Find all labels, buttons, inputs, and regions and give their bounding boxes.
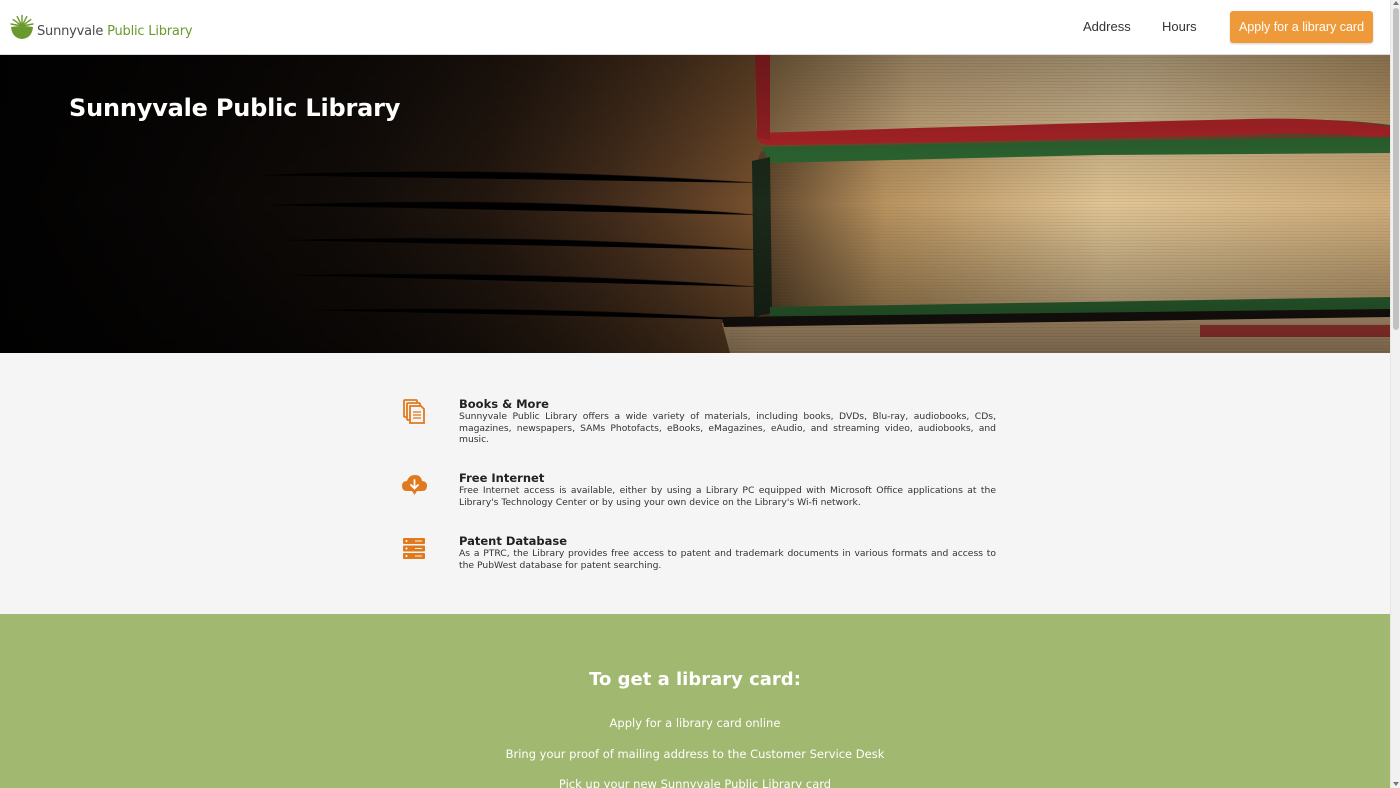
page-scrollbar[interactable] [1390, 0, 1400, 788]
feature-description: Free Internet access is available, eithe… [459, 485, 996, 508]
site-header: Sunnyvale Public Library Address Hours A… [0, 0, 1390, 55]
hero-title: Sunnyvale Public Library [69, 94, 401, 122]
library-card-section: To get a library card: Apply for a libra… [0, 614, 1390, 788]
library-card-step: Bring your proof of mailing address to t… [505, 747, 885, 761]
apply-library-card-button[interactable]: Apply for a library card [1230, 11, 1373, 43]
feature-description: As a PTRC, the Library provides free acc… [459, 548, 996, 571]
library-card-heading: To get a library card: [589, 669, 801, 690]
services-section: Books & More Sunnyvale Public Library of… [0, 353, 1390, 614]
scrollbar-thumb[interactable] [1393, 8, 1399, 330]
library-card-step: Pick up your new Sunnyvale Public Librar… [558, 777, 832, 788]
nav-address-link[interactable]: Address [1083, 19, 1131, 34]
hero-banner: Sunnyvale Public Library [0, 55, 1390, 353]
database-server-icon [403, 538, 425, 559]
library-card-step: Apply for a library card online [609, 716, 781, 730]
site-logo[interactable]: Sunnyvale Public Library [10, 13, 193, 41]
cloud-download-icon [402, 475, 427, 495]
logo-name-part1: Sunnyvale [37, 24, 104, 39]
scroll-down-arrow-icon[interactable] [1393, 782, 1399, 786]
feature-title: Free Internet [459, 471, 545, 485]
feature-title: Books & More [459, 397, 549, 411]
feature-title: Patent Database [459, 534, 568, 548]
feature-description: Sunnyvale Public Library offers a wide v… [459, 411, 996, 446]
logo-text: Sunnyvale Public Library [37, 24, 193, 39]
logo-name-part2: Public Library [107, 24, 193, 39]
nav-hours-link[interactable]: Hours [1162, 19, 1197, 34]
scroll-up-arrow-icon[interactable] [1393, 1, 1399, 5]
sunrise-logo-icon [10, 14, 34, 39]
documents-icon [403, 399, 425, 424]
